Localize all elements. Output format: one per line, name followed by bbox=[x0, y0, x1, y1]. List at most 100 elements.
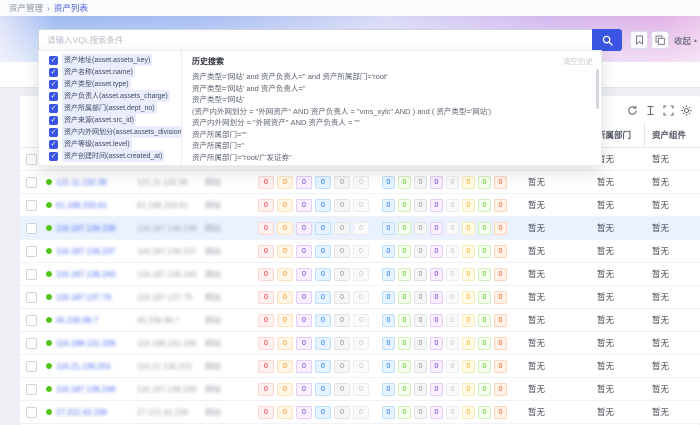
severity-count-badge: 0 bbox=[353, 199, 369, 212]
table-row[interactable]: 116.187.136.237 116.187.136.237 网站 00000… bbox=[20, 240, 700, 263]
row-checkbox[interactable] bbox=[26, 223, 37, 234]
severity-count-badge: 0 bbox=[277, 199, 293, 212]
table-row[interactable]: 116.187.137.76 116.187.137.76 网站 000000 … bbox=[20, 286, 700, 309]
severity-count-badge: 0 bbox=[353, 245, 369, 258]
refresh-icon[interactable] bbox=[627, 105, 638, 116]
table-row[interactable]: 45.236.99.7 45.236.99.7 网站 000000 000000… bbox=[20, 309, 700, 332]
field-option[interactable]: ✓ 资产来源(asset.src_id) bbox=[39, 114, 181, 126]
field-option[interactable]: ✓ 资产地址(asset.assets_key) bbox=[39, 54, 181, 66]
field-option[interactable]: ✓ 资产类型(asset.type) bbox=[39, 78, 181, 90]
severity-count-badge: 0 bbox=[277, 406, 293, 419]
component-count-badge: 0 bbox=[430, 245, 443, 258]
asset-address-link[interactable]: 45.236.99.7 bbox=[56, 316, 98, 325]
field-option[interactable]: ✓ 资产名称(asset.name) bbox=[39, 66, 181, 78]
vuln-count-badges: 000000 bbox=[250, 217, 377, 240]
table-row[interactable]: 116.21.136.201 116.21.136.201 网站 000000 … bbox=[20, 355, 700, 378]
severity-count-badge: 0 bbox=[277, 360, 293, 373]
bookmark-search-button[interactable] bbox=[630, 31, 648, 49]
severity-count-badge: 0 bbox=[353, 176, 369, 189]
field-option[interactable]: ✓ 资产内外网划分(asset.assets_division) bbox=[39, 126, 181, 138]
density-icon[interactable] bbox=[645, 105, 656, 116]
table-row[interactable]: 116.188.131.206 116.188.131.206 网站 00000… bbox=[20, 332, 700, 355]
checked-checkbox-icon[interactable]: ✓ bbox=[49, 68, 58, 77]
table-row[interactable]: 61.188.233.61 61.188.233.61 网站 000000 00… bbox=[20, 194, 700, 217]
asset-address-link[interactable]: 116.187.136.243 bbox=[56, 270, 115, 279]
row-checkbox[interactable] bbox=[26, 177, 37, 188]
asset-address-link[interactable]: 116.188.131.206 bbox=[56, 339, 115, 348]
department-value: 暂无 bbox=[597, 268, 614, 280]
history-item[interactable]: 资产所属部门=" bbox=[192, 140, 589, 151]
search-button[interactable] bbox=[592, 29, 622, 51]
row-checkbox[interactable] bbox=[26, 384, 37, 395]
field-option[interactable]: ✓ 资产负责人(asset.assets_charge) bbox=[39, 90, 181, 102]
header-asset-component[interactable]: 资产组件 bbox=[645, 122, 700, 148]
clear-history-link[interactable]: 清空历史 bbox=[563, 56, 593, 67]
component-count-badge: 0 bbox=[478, 406, 491, 419]
checked-checkbox-icon[interactable]: ✓ bbox=[49, 104, 58, 113]
history-item[interactable]: (资产内外网划分 = "外网资产" AND 资产负责人 = "vms_xylc"… bbox=[192, 106, 589, 117]
component-count-badge: 0 bbox=[478, 176, 491, 189]
component-value: 暂无 bbox=[652, 360, 669, 372]
checked-checkbox-icon[interactable]: ✓ bbox=[49, 152, 58, 161]
dropdown-scrollbar[interactable] bbox=[596, 69, 599, 109]
row-checkbox[interactable] bbox=[26, 361, 37, 372]
history-item[interactable]: 资产类型='网站' and 资产负责人='' and 资产所属部门='root' bbox=[192, 71, 589, 82]
table-row[interactable]: 116.187.136.238 116.187.136.238 网站 00000… bbox=[20, 217, 700, 240]
field-option[interactable]: ✓ 资产所属部门(asset.dept_no) bbox=[39, 102, 181, 114]
severity-count-badge: 0 bbox=[258, 360, 274, 373]
settings-icon[interactable] bbox=[681, 105, 692, 116]
severity-count-badge: 0 bbox=[315, 222, 331, 235]
component-count-badge: 0 bbox=[398, 268, 411, 281]
history-item[interactable]: 资产类型='网站' bbox=[192, 94, 589, 105]
asset-address-link[interactable]: 116.187.137.76 bbox=[56, 293, 111, 302]
table-row[interactable]: 121.11.132.36 121.11.132.36 网站 000000 00… bbox=[20, 171, 700, 194]
table-row[interactable]: 116.187.136.249 116.187.136.249 网站 00000… bbox=[20, 378, 700, 401]
row-checkbox[interactable] bbox=[26, 154, 37, 165]
component-count-badge: 0 bbox=[382, 337, 395, 350]
component-value: 暂无 bbox=[652, 383, 669, 395]
asset-address-link[interactable]: 121.11.132.36 bbox=[56, 178, 107, 187]
table-row[interactable]: 116.187.136.243 116.187.136.243 网站 00000… bbox=[20, 263, 700, 286]
row-checkbox[interactable] bbox=[26, 246, 37, 257]
collapse-toggle[interactable]: 收起 ▲ bbox=[674, 35, 698, 47]
checked-checkbox-icon[interactable]: ✓ bbox=[49, 92, 58, 101]
checked-checkbox-icon[interactable]: ✓ bbox=[49, 128, 58, 137]
checked-checkbox-icon[interactable]: ✓ bbox=[49, 140, 58, 149]
component-count-badge: 0 bbox=[462, 222, 475, 235]
row-checkbox[interactable] bbox=[26, 292, 37, 303]
asset-address-link[interactable]: 27.221.62.236 bbox=[56, 408, 107, 417]
breadcrumb-parent[interactable]: 资产管理 bbox=[9, 2, 43, 14]
asset-address-link[interactable]: 116.187.136.237 bbox=[56, 247, 115, 256]
severity-count-badge: 0 bbox=[315, 291, 331, 304]
component-count-badge: 0 bbox=[414, 314, 427, 327]
row-checkbox[interactable] bbox=[26, 269, 37, 280]
component-count-badge: 0 bbox=[414, 291, 427, 304]
history-item[interactable]: 资产类型='网站' and 资产负责人='' bbox=[192, 83, 589, 94]
history-item[interactable]: 资产内外网划分 = "外网资产" AND 资产负责人 = "" bbox=[192, 117, 589, 128]
copy-search-button[interactable] bbox=[651, 31, 669, 49]
checked-checkbox-icon[interactable]: ✓ bbox=[49, 116, 58, 125]
severity-count-badge: 0 bbox=[296, 406, 312, 419]
checked-checkbox-icon[interactable]: ✓ bbox=[49, 56, 58, 65]
field-option[interactable]: ✓ 资产创建时间(asset.created_at) bbox=[39, 150, 181, 162]
severity-count-badge: 0 bbox=[296, 199, 312, 212]
row-checkbox[interactable] bbox=[26, 200, 37, 211]
row-checkbox[interactable] bbox=[26, 315, 37, 326]
component-count-badge: 0 bbox=[414, 268, 427, 281]
search-icon bbox=[602, 35, 613, 46]
field-option[interactable]: ✓ 资产等级(asset.level) bbox=[39, 138, 181, 150]
vql-search-input[interactable] bbox=[38, 29, 592, 51]
asset-address-link[interactable]: 116.187.136.249 bbox=[56, 385, 115, 394]
row-checkbox[interactable] bbox=[26, 407, 37, 418]
asset-address-link[interactable]: 61.188.233.61 bbox=[56, 201, 107, 210]
row-checkbox[interactable] bbox=[26, 338, 37, 349]
asset-address-link[interactable]: 116.21.136.201 bbox=[56, 362, 111, 371]
table-row[interactable]: 27.221.62.236 27.221.62.236 网站 000000 00… bbox=[20, 401, 700, 424]
fullscreen-icon[interactable] bbox=[663, 105, 674, 116]
checked-checkbox-icon[interactable]: ✓ bbox=[49, 80, 58, 89]
asset-type-text: 网站 bbox=[205, 361, 221, 372]
history-item[interactable]: 资产所属部门="" bbox=[192, 129, 589, 140]
history-item[interactable]: 资产所属部门="root/广发证券" bbox=[192, 152, 589, 163]
asset-address-link[interactable]: 116.187.136.238 bbox=[56, 224, 115, 233]
status-dot bbox=[46, 271, 52, 277]
